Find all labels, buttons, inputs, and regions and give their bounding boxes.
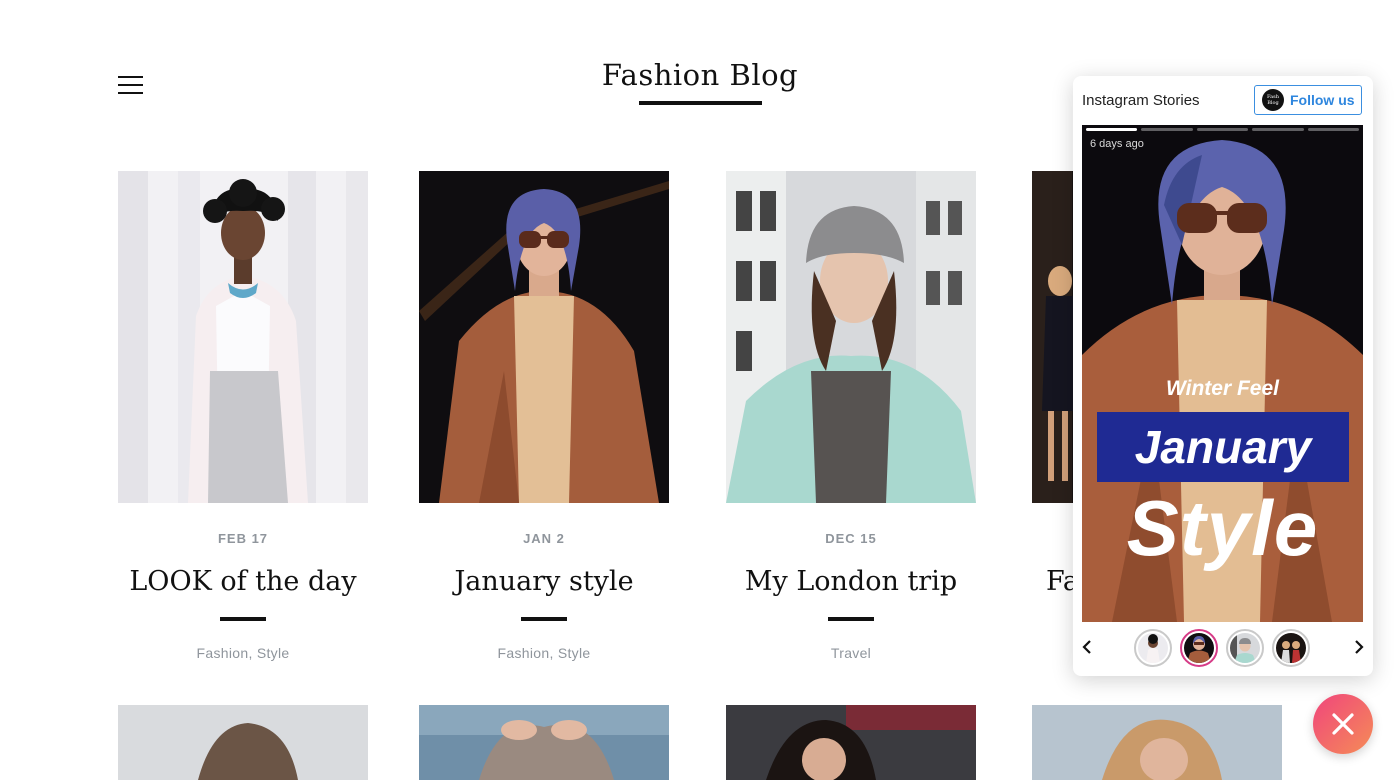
story-progress-segment — [1086, 128, 1138, 131]
close-icon — [1332, 713, 1354, 735]
story-big-text: Style — [1126, 484, 1319, 572]
story-viewer[interactable]: 6 days ago Winter Feel January Style — [1082, 125, 1363, 622]
instagram-stories-widget: Instagram Stories Fash Blog Follow us 6 … — [1073, 76, 1373, 676]
story-thumbnail-2[interactable] — [1180, 629, 1218, 667]
site-title[interactable]: Fashion Blog — [560, 58, 840, 92]
story-thumbnail-4[interactable] — [1272, 629, 1310, 667]
close-widget-button[interactable] — [1313, 694, 1373, 754]
story-thumbnail-3[interactable] — [1226, 629, 1264, 667]
title-underline — [639, 101, 762, 105]
post-image-3[interactable] — [726, 171, 976, 503]
story-progress-segment — [1307, 128, 1360, 131]
post-title[interactable]: My London trip — [726, 566, 976, 597]
story-headline: January — [1097, 412, 1349, 482]
post-meta-2: JAN 2 January style Fashion, Style — [419, 531, 669, 661]
brand-logo-icon: Fash Blog — [1262, 89, 1284, 111]
follow-us-label: Follow us — [1290, 92, 1355, 108]
hamburger-menu-icon[interactable] — [118, 76, 143, 94]
widget-title: Instagram Stories — [1082, 92, 1200, 109]
story-thumbnail-1[interactable] — [1134, 629, 1172, 667]
post-date: DEC 15 — [825, 531, 877, 546]
post-image-2[interactable] — [419, 171, 669, 503]
post-image-6[interactable] — [419, 705, 669, 780]
story-timestamp: 6 days ago — [1090, 138, 1144, 150]
chevron-left-icon[interactable] — [1081, 639, 1093, 660]
post-title-rule — [521, 617, 567, 621]
post-date: FEB 17 — [217, 531, 269, 546]
post-title-rule — [828, 617, 874, 621]
post-title[interactable]: January style — [419, 566, 669, 597]
post-meta-3: DEC 15 My London trip Travel — [726, 531, 976, 661]
post-image-7[interactable] — [726, 705, 976, 780]
post-image-1[interactable] — [118, 171, 368, 503]
post-title-rule — [220, 617, 266, 621]
chevron-right-icon[interactable] — [1353, 639, 1365, 660]
post-tags[interactable]: Fashion, Style — [118, 645, 368, 661]
post-image-8[interactable] — [1032, 705, 1282, 780]
story-subtitle: Winter Feel — [1166, 377, 1279, 400]
post-tags[interactable]: Travel — [726, 645, 976, 661]
story-thumbnails — [1134, 629, 1310, 667]
post-meta-1: FEB 17 LOOK of the day Fashion, Style — [118, 531, 368, 661]
story-progress — [1086, 128, 1360, 131]
post-tags[interactable]: Fashion, Style — [419, 645, 669, 661]
story-progress-segment — [1196, 128, 1249, 131]
follow-us-button[interactable]: Fash Blog Follow us — [1254, 85, 1362, 115]
story-progress-segment — [1141, 128, 1193, 131]
story-progress-segment — [1252, 128, 1304, 131]
post-title[interactable]: LOOK of the day — [118, 566, 368, 597]
post-image-5[interactable] — [118, 705, 368, 780]
post-date: JAN 2 — [523, 531, 565, 546]
